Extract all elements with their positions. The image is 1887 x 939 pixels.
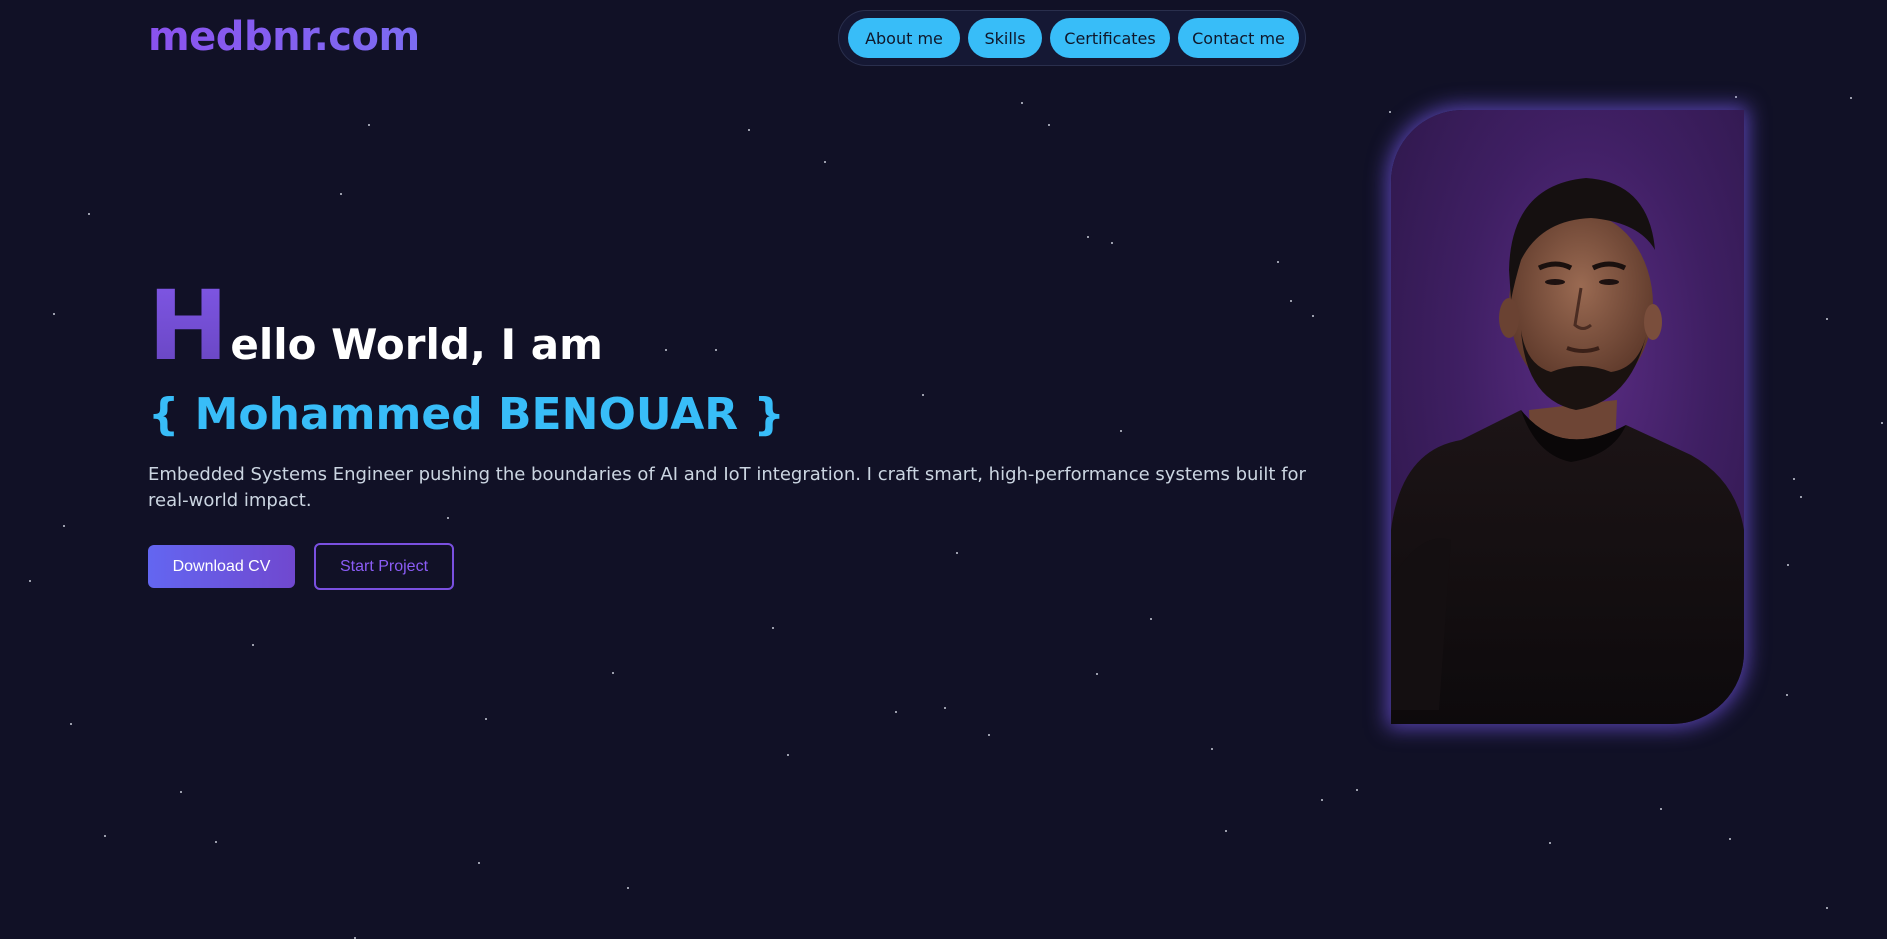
nav-skills[interactable]: Skills xyxy=(968,18,1042,58)
star xyxy=(1048,124,1050,126)
star xyxy=(1225,830,1227,832)
star xyxy=(215,841,217,843)
hero-title-initial: H xyxy=(148,270,229,382)
star xyxy=(1793,478,1795,480)
star xyxy=(772,627,774,629)
star xyxy=(1356,789,1358,791)
star xyxy=(1881,422,1883,424)
star xyxy=(715,349,717,351)
hero-title-text: ello World, I am xyxy=(230,320,603,369)
hero-title: H ello World, I am xyxy=(148,270,603,382)
star xyxy=(1277,261,1279,263)
portrait-ear-right xyxy=(1644,304,1662,340)
star xyxy=(922,394,924,396)
hero-tagline: Embedded Systems Engineer pushing the bo… xyxy=(148,464,1306,511)
star xyxy=(1787,564,1789,566)
star xyxy=(956,552,958,554)
star xyxy=(1096,673,1098,675)
star xyxy=(29,580,31,582)
star xyxy=(180,791,182,793)
star xyxy=(1660,808,1662,810)
star xyxy=(1211,748,1213,750)
star xyxy=(1786,694,1788,696)
star xyxy=(665,349,667,351)
star xyxy=(1549,842,1551,844)
download-cv-button[interactable]: Download CV xyxy=(148,545,295,588)
star xyxy=(53,313,55,315)
hero-name: { Mohammed BENOUAR } xyxy=(148,389,785,440)
star xyxy=(944,707,946,709)
star xyxy=(368,124,370,126)
star xyxy=(252,644,254,646)
star xyxy=(824,161,826,163)
star xyxy=(1312,315,1314,317)
star xyxy=(1321,799,1323,801)
star xyxy=(1087,236,1089,238)
nav-contact-me[interactable]: Contact me xyxy=(1178,18,1299,58)
landing-page: medbnr.com About me Skills Certificates … xyxy=(0,0,1887,939)
portrait-eye-right xyxy=(1599,279,1619,285)
star xyxy=(1120,430,1122,432)
star xyxy=(1826,318,1828,320)
star xyxy=(988,734,990,736)
star xyxy=(104,835,106,837)
star xyxy=(1111,242,1113,244)
star xyxy=(1735,96,1737,98)
star xyxy=(748,129,750,131)
star xyxy=(447,517,449,519)
star xyxy=(1826,907,1828,909)
nav-certificates[interactable]: Certificates xyxy=(1050,18,1170,58)
star xyxy=(1021,102,1023,104)
star xyxy=(485,718,487,720)
nav-about-me[interactable]: About me xyxy=(848,18,960,58)
star xyxy=(340,193,342,195)
star xyxy=(895,711,897,713)
star xyxy=(1290,300,1292,302)
star xyxy=(787,754,789,756)
top-nav: About me Skills Certificates Contact me xyxy=(838,10,1306,66)
star xyxy=(1150,618,1152,620)
star xyxy=(88,213,90,215)
portrait-ear-left xyxy=(1499,298,1519,338)
portrait-eye-left xyxy=(1545,279,1565,285)
start-project-button[interactable]: Start Project xyxy=(314,543,454,590)
profile-photo xyxy=(1391,110,1744,724)
site-logo[interactable]: medbnr.com xyxy=(148,14,420,60)
star xyxy=(612,672,614,674)
star xyxy=(70,723,72,725)
star xyxy=(1850,97,1852,99)
star xyxy=(1800,496,1802,498)
star xyxy=(63,525,65,527)
star xyxy=(1729,838,1731,840)
portrait-illustration xyxy=(1391,178,1744,724)
star xyxy=(627,887,629,889)
star xyxy=(478,862,480,864)
